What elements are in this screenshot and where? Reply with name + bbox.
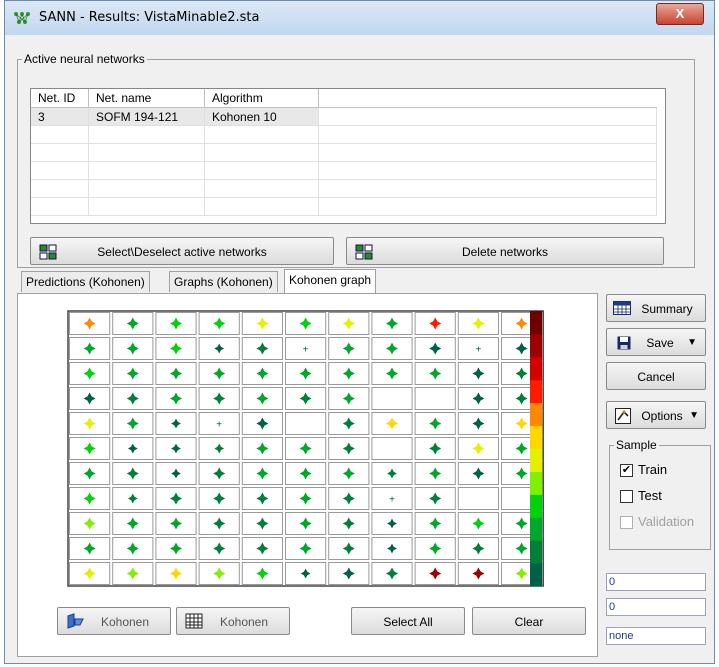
tab-predictions-kohonen[interactable]: Predictions (Kohonen) [21, 271, 150, 292]
kohonen-map[interactable]: + + + + [18, 294, 597, 634]
cell-net-id: 3 [31, 107, 89, 126]
options-icon [615, 408, 631, 424]
color-scale-segment [530, 448, 542, 472]
results-window: SANN - Results: VistaMinable2.sta X Acti… [4, 0, 715, 664]
client-area: Active neural networks Net. ID Net. name… [11, 35, 711, 657]
select-deselect-label: Select\Deselect active networks [97, 245, 267, 259]
sample-legend: Sample [616, 438, 657, 452]
delete-networks-button[interactable]: Delete networks [346, 237, 664, 265]
train-label: Train [638, 462, 668, 477]
kohonen-graph-panel: + + + + [17, 293, 598, 657]
color-scale-segment [530, 425, 542, 449]
train-checkbox-box[interactable]: ✔ [620, 464, 633, 477]
floppy-disk-icon [617, 336, 631, 350]
network-delete-icon [355, 244, 373, 260]
tab-kohonen-graph[interactable]: Kohonen graph [284, 269, 377, 294]
color-scale-segment [530, 540, 542, 564]
cancel-label: Cancel [637, 370, 675, 384]
options-label: Options [641, 409, 683, 423]
kohonen-map-view-label: Kohonen [100, 615, 150, 629]
color-scale-segment [530, 563, 542, 587]
close-icon: X [675, 6, 685, 21]
col-header-filler [318, 89, 656, 108]
network-select-icon [39, 244, 57, 260]
delete-networks-label: Delete networks [461, 245, 549, 259]
test-checkbox[interactable]: Test [620, 488, 710, 506]
cell-algorithm: Kohonen 10 [204, 107, 319, 126]
color-scale-segment [530, 356, 542, 381]
table-row-empty[interactable] [31, 143, 657, 162]
test-label: Test [638, 488, 662, 503]
color-scale-segment [530, 402, 542, 427]
sann-app-icon [14, 12, 30, 24]
table-row-empty[interactable] [31, 197, 657, 216]
table-row-empty[interactable] [31, 161, 657, 180]
test-checkbox-box[interactable] [620, 490, 633, 503]
tab-graphs-kohonen[interactable]: Graphs (Kohonen) [169, 271, 278, 292]
status-field-1: 0 [606, 573, 706, 591]
select-all-button[interactable]: Select All [351, 607, 465, 635]
col-header-algorithm[interactable]: Algorithm [204, 89, 319, 108]
sample-group: Sample ✔ Train Test Validation [609, 438, 711, 550]
col-header-net-id[interactable]: Net. ID [31, 89, 89, 108]
chevron-down-icon: ▼ [689, 410, 699, 421]
summary-button[interactable]: Summary [606, 294, 706, 322]
kohonen-neuron-mark: + [389, 495, 395, 506]
table-row-empty[interactable] [31, 125, 657, 144]
color-scale-segment [530, 517, 542, 541]
kohonen-cell[interactable] [285, 412, 327, 435]
kohonen-map-icon [67, 613, 84, 629]
clear-button[interactable]: Clear [472, 607, 586, 635]
summary-icon [613, 301, 631, 315]
options-button[interactable]: Options ▼ [606, 401, 706, 429]
color-scale-segment [530, 471, 542, 495]
active-networks-group: Active neural networks Net. ID Net. name… [17, 52, 695, 268]
kohonen-table-view-button[interactable]: Kohonen [176, 607, 290, 635]
clear-label: Clear [514, 615, 544, 629]
validation-checkbox-box [620, 516, 633, 529]
train-checkbox[interactable]: ✔ Train [620, 462, 710, 480]
kohonen-cell[interactable] [371, 437, 413, 460]
save-label: Save [646, 336, 674, 350]
status-field-2: 0 [606, 598, 706, 616]
close-button[interactable]: X [656, 3, 704, 25]
color-scale-segment [530, 379, 542, 404]
table-row-empty[interactable] [31, 179, 657, 198]
validation-checkbox: Validation [620, 514, 710, 532]
grid-table-icon [185, 613, 203, 629]
window-title: SANN - Results: VistaMinable2.sta [39, 10, 260, 25]
title-bar[interactable]: SANN - Results: VistaMinable2.sta X [5, 1, 714, 35]
kohonen-cell[interactable] [371, 387, 413, 410]
kohonen-cell[interactable] [414, 387, 456, 410]
col-header-net-name[interactable]: Net. name [88, 89, 205, 108]
kohonen-neuron-mark: + [303, 345, 309, 356]
status-field-3: none [606, 627, 706, 645]
kohonen-table-view-label: Kohonen [219, 615, 269, 629]
kohonen-cell[interactable] [457, 487, 499, 510]
save-button[interactable]: Save ▼ [606, 328, 706, 356]
validation-label: Validation [638, 514, 695, 529]
networks-grid[interactable]: Net. ID Net. name Algorithm 3 SOFM 194-1… [30, 88, 666, 224]
cell-net-name: SOFM 194-121 [88, 107, 205, 126]
chevron-down-icon: ▼ [687, 337, 697, 348]
active-networks-legend: Active neural networks [24, 52, 145, 66]
select-all-label: Select All [383, 615, 433, 629]
table-row[interactable]: 3 SOFM 194-121 Kohonen 10 [31, 107, 657, 126]
kohonen-map-view-button[interactable]: Kohonen [57, 607, 171, 635]
kohonen-neuron-mark: + [216, 420, 222, 431]
select-deselect-networks-button[interactable]: Select\Deselect active networks [30, 237, 334, 265]
color-scale-segment [530, 494, 542, 518]
color-scale-segment [530, 311, 542, 335]
kohonen-neuron-mark: + [475, 345, 481, 356]
color-scale-segment [530, 333, 542, 358]
cancel-button[interactable]: Cancel [606, 362, 706, 390]
